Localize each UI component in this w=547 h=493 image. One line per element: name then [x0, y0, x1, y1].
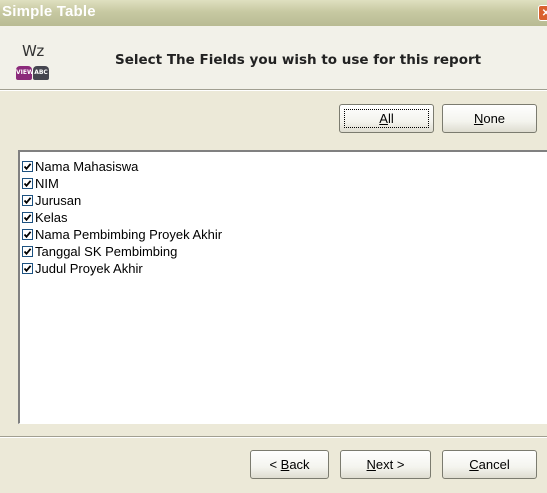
checkbox-checked-icon[interactable]	[22, 263, 33, 274]
field-label: Nama Pembimbing Proyek Akhir	[35, 227, 223, 242]
list-item[interactable]: Judul Proyek Akhir	[22, 260, 143, 277]
list-item[interactable]: Nama Mahasiswa	[22, 158, 138, 175]
title-bar[interactable]: Simple Table ✕	[0, 0, 547, 26]
page-title: Select The Fields you wish to use for th…	[115, 52, 482, 68]
select-none-button[interactable]: None	[442, 104, 537, 133]
mnemonic-n: N	[366, 457, 376, 472]
field-label: Tanggal SK Pembimbing	[35, 244, 178, 259]
focus-ring	[344, 109, 429, 128]
checkbox-checked-icon[interactable]	[22, 229, 33, 240]
field-label: Kelas	[35, 210, 68, 225]
list-item[interactable]: Jurusan	[22, 192, 81, 209]
list-item[interactable]: Tanggal SK Pembimbing	[22, 243, 177, 260]
header-separator	[0, 90, 547, 91]
wizard-logo-icon: Wz VIEW ABC	[14, 42, 54, 82]
mnemonic-c: C	[469, 457, 479, 472]
checkbox-checked-icon[interactable]	[22, 178, 33, 189]
list-item[interactable]: NIM	[22, 175, 59, 192]
checkbox-checked-icon[interactable]	[22, 246, 33, 257]
abc-badge-icon: ABC	[33, 66, 49, 80]
footer-divider	[0, 436, 547, 438]
field-checklist[interactable]: Nama Mahasiswa NIM Jurusan Kelas Nama Pe…	[18, 150, 547, 424]
window-title: Simple Table	[2, 3, 96, 20]
next-button[interactable]: Next >	[340, 450, 431, 479]
field-label: NIM	[35, 176, 59, 191]
cancel-button[interactable]: Cancel	[442, 450, 537, 479]
list-item[interactable]: Kelas	[22, 209, 68, 226]
checkbox-checked-icon[interactable]	[22, 195, 33, 206]
checkbox-checked-icon[interactable]	[22, 212, 33, 223]
list-item[interactable]: Nama Pembimbing Proyek Akhir	[22, 226, 222, 243]
checkbox-checked-icon[interactable]	[22, 161, 33, 172]
field-label: Jurusan	[35, 193, 82, 208]
close-icon[interactable]: ✕	[538, 5, 547, 21]
mnemonic-n: N	[473, 111, 484, 126]
logo-text: Wz	[22, 42, 44, 60]
back-button[interactable]: < Back	[250, 450, 329, 479]
field-label: Judul Proyek Akhir	[35, 261, 143, 276]
select-all-button[interactable]: All	[339, 104, 434, 133]
view-badge-icon: VIEW	[16, 66, 34, 80]
mnemonic-b: B	[280, 457, 290, 472]
field-label: Nama Mahasiswa	[35, 159, 139, 174]
